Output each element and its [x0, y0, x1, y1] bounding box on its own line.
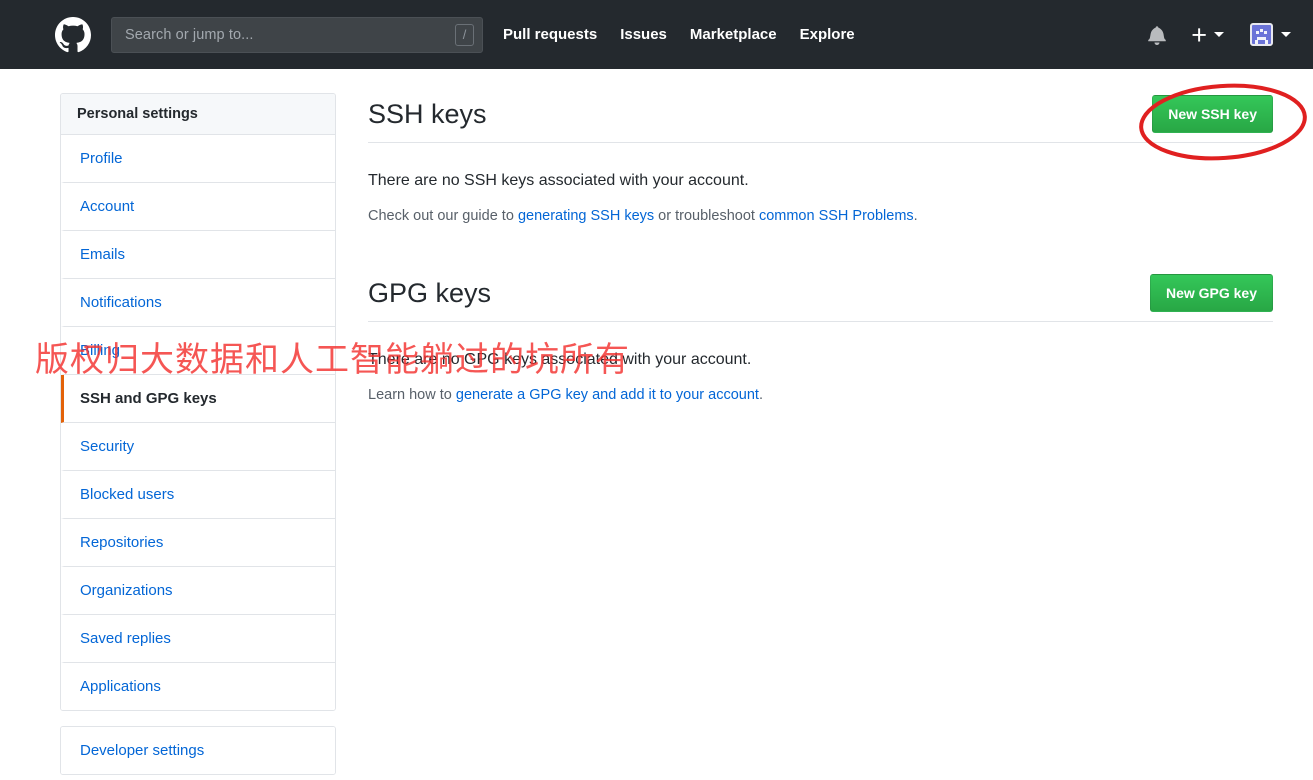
search-placeholder: Search or jump to...: [125, 26, 254, 43]
sidebar-item-emails[interactable]: Emails: [61, 231, 335, 279]
personal-settings-menu: Personal settings Profile Account Emails…: [60, 93, 336, 711]
github-mark-icon[interactable]: [55, 16, 91, 53]
settings-sidebar: Personal settings Profile Account Emails…: [60, 93, 336, 775]
primary-nav: Pull requests Issues Marketplace Explore: [503, 26, 855, 43]
ssh-help-suffix: .: [913, 208, 918, 224]
common-ssh-problems-link[interactable]: common SSH Problems: [759, 208, 914, 224]
gpg-help-suffix: .: [758, 387, 763, 403]
page-title: SSH keys: [368, 99, 487, 129]
gpg-help-text: Learn how to generate a GPG key and add …: [368, 385, 1273, 406]
nav-issues[interactable]: Issues: [620, 26, 667, 43]
ssh-keys-section: SSH keys New SSH key There are no SSH ke…: [368, 95, 1273, 227]
main-content: SSH keys New SSH key There are no SSH ke…: [368, 93, 1273, 775]
ssh-help-middle: or troubleshoot: [654, 208, 759, 224]
search-shortcut-badge: /: [455, 23, 474, 46]
sidebar-item-profile[interactable]: Profile: [61, 135, 335, 183]
ssh-help-text: Check out our guide to generating SSH ke…: [368, 206, 1273, 227]
gpg-title: GPG keys: [368, 278, 492, 308]
nav-pull-requests[interactable]: Pull requests: [503, 26, 597, 43]
header-right-actions: +: [1141, 19, 1291, 51]
sidebar-item-repositories[interactable]: Repositories: [61, 519, 335, 567]
sidebar-item-account[interactable]: Account: [61, 183, 335, 231]
sidebar-item-developer-settings[interactable]: Developer settings: [61, 727, 335, 774]
chevron-down-icon: [1281, 32, 1291, 37]
sidebar-item-security[interactable]: Security: [61, 423, 335, 471]
generate-gpg-key-link[interactable]: generate a GPG key and add it to your ac…: [456, 387, 759, 403]
new-gpg-key-button[interactable]: New GPG key: [1149, 274, 1273, 312]
nav-explore[interactable]: Explore: [800, 26, 855, 43]
bell-icon: [1148, 25, 1166, 45]
user-menu-button[interactable]: [1250, 23, 1291, 46]
nav-marketplace[interactable]: Marketplace: [690, 26, 777, 43]
plus-icon: +: [1191, 19, 1207, 50]
create-new-button[interactable]: +: [1191, 19, 1224, 50]
ssh-help-prefix: Check out our guide to: [368, 208, 518, 224]
ssh-empty-message: There are no SSH keys associated with yo…: [368, 172, 749, 189]
ssh-keys-header: SSH keys New SSH key: [368, 95, 1273, 143]
search-input[interactable]: Search or jump to... /: [111, 16, 483, 53]
page-body: Personal settings Profile Account Emails…: [0, 69, 1313, 775]
chevron-down-icon: [1214, 32, 1224, 37]
notifications-button[interactable]: [1141, 19, 1173, 51]
avatar: [1250, 23, 1273, 46]
gpg-help-prefix: Learn how to: [368, 387, 456, 403]
sidebar-item-notifications[interactable]: Notifications: [61, 279, 335, 327]
sidebar-item-organizations[interactable]: Organizations: [61, 567, 335, 615]
new-ssh-key-button[interactable]: New SSH key: [1152, 95, 1273, 133]
gpg-keys-header: GPG keys New GPG key: [368, 274, 1273, 322]
sidebar-heading: Personal settings: [61, 94, 335, 135]
developer-settings-menu: Developer settings: [60, 726, 336, 775]
sidebar-item-applications[interactable]: Applications: [61, 663, 335, 710]
sidebar-item-ssh-and-gpg-keys[interactable]: SSH and GPG keys: [61, 375, 335, 423]
sidebar-item-billing[interactable]: Billing: [61, 327, 335, 375]
sidebar-item-saved-replies[interactable]: Saved replies: [61, 615, 335, 663]
site-header: Search or jump to... / Pull requests Iss…: [0, 0, 1313, 69]
generating-ssh-keys-link[interactable]: generating SSH keys: [518, 208, 654, 224]
gpg-empty-message: There are no GPG keys associated with yo…: [368, 351, 752, 368]
gpg-keys-section: GPG keys New GPG key There are no GPG ke…: [368, 274, 1273, 406]
sidebar-item-blocked-users[interactable]: Blocked users: [61, 471, 335, 519]
